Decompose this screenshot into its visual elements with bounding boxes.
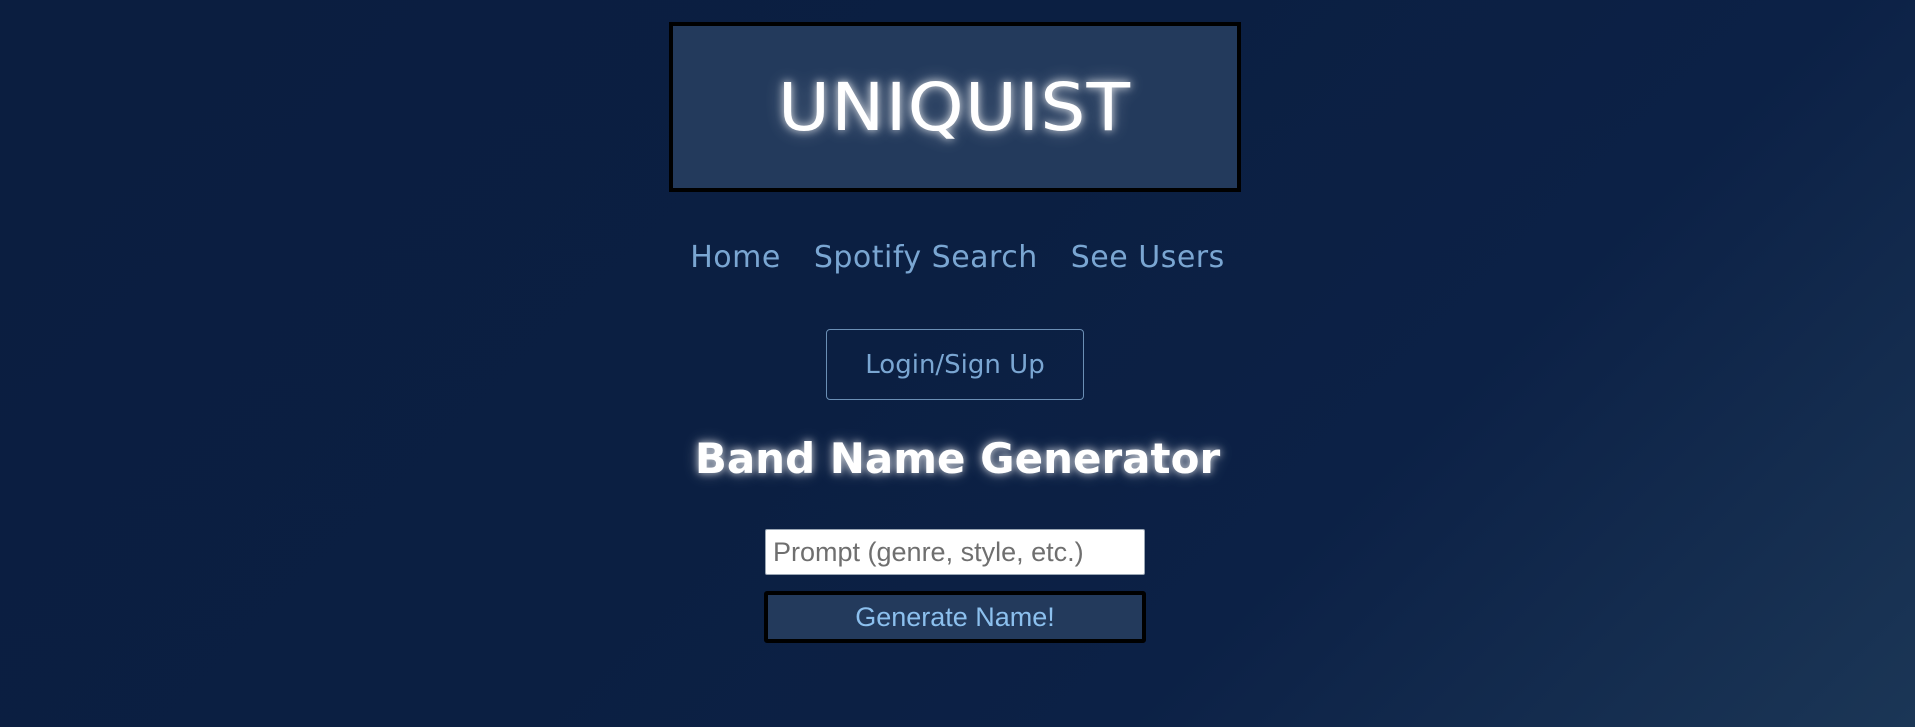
prompt-input[interactable] [765,529,1145,575]
generator-title: Band Name Generator [694,434,1221,483]
nav-link-spotify-search[interactable]: Spotify Search [814,240,1038,275]
site-logo-text: UNIQUIST [778,68,1132,146]
logo-banner: UNIQUIST [669,22,1241,192]
nav-link-home[interactable]: Home [690,240,781,275]
generate-name-button[interactable]: Generate Name! [764,591,1146,643]
main-nav: Home Spotify Search See Users [0,240,1915,275]
login-signup-button[interactable]: Login/Sign Up [826,329,1084,400]
nav-link-see-users[interactable]: See Users [1071,240,1225,275]
